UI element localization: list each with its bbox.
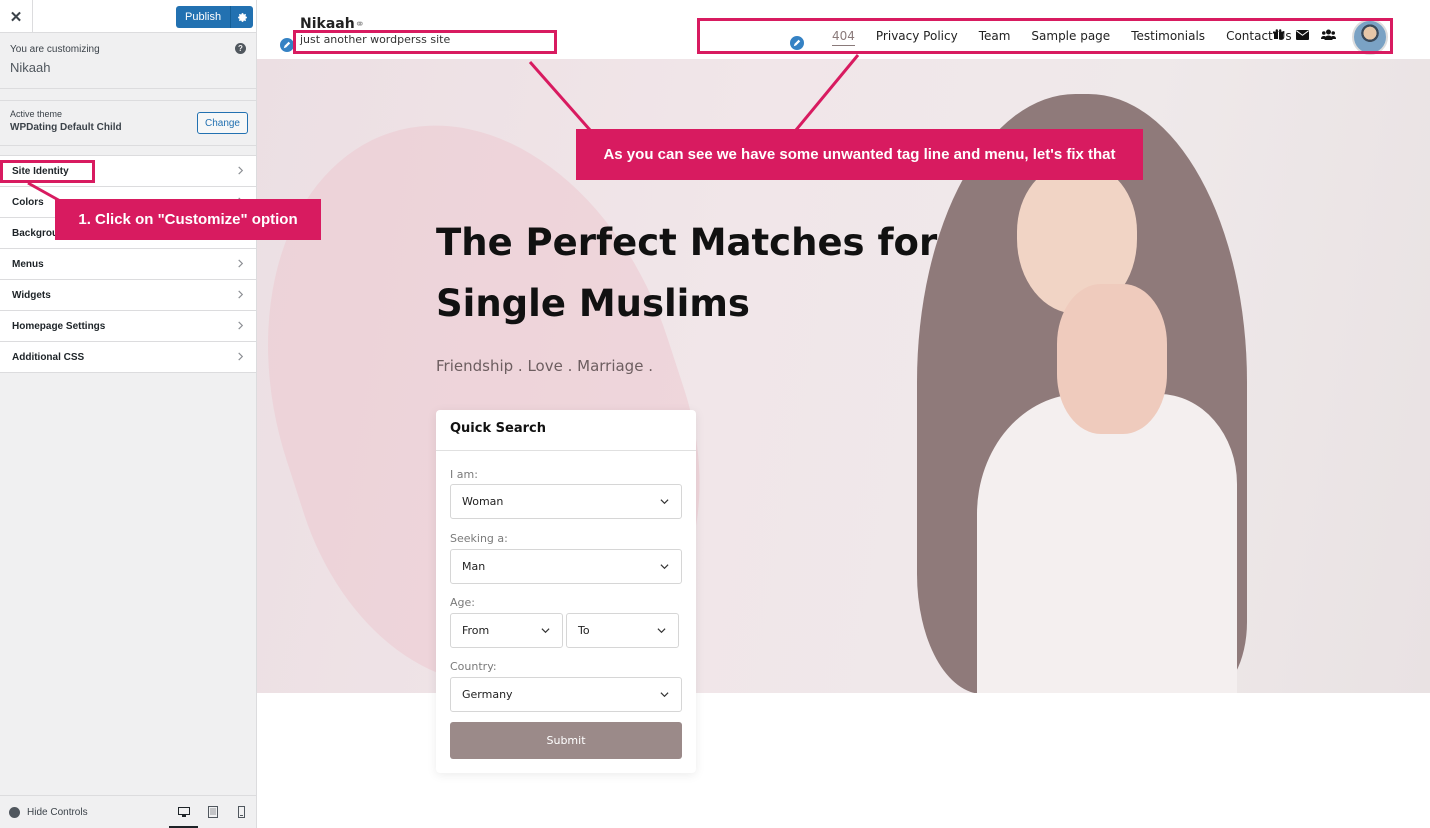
section-homepage-settings[interactable]: Homepage Settings [0, 311, 256, 342]
menu-callout: As you can see we have some unwanted tag… [576, 129, 1143, 180]
hero-title-line-2: Single Muslims [436, 282, 750, 325]
desktop-icon [177, 806, 190, 817]
customizer-sidebar: ✕ Publish You are customizing Nikaah ? A… [0, 0, 257, 828]
section-widgets[interactable]: Widgets [0, 280, 256, 311]
edit-shortcut-tagline[interactable] [279, 37, 295, 53]
mobile-icon [238, 806, 245, 818]
customizing-label: You are customizing [10, 44, 100, 55]
header-icons [1273, 29, 1336, 40]
section-label: Additional CSS [12, 351, 85, 363]
age-to-select[interactable]: To [566, 613, 679, 648]
country-label: Country: [450, 660, 497, 673]
chevron-down-icon [660, 499, 669, 505]
chevron-right-icon [238, 352, 244, 361]
age-label: Age: [450, 596, 475, 609]
pencil-icon [793, 39, 801, 47]
section-label: Site Identity [12, 165, 69, 177]
quick-search-form: Quick Search I am: Woman Seeking a: Man … [436, 410, 696, 773]
tablet-preview-button[interactable] [198, 796, 227, 828]
device-preview-toggles [169, 796, 256, 828]
envelope-icon[interactable] [1296, 29, 1309, 40]
country-value: Germany [462, 688, 513, 701]
seeking-select[interactable]: Man [450, 549, 682, 584]
i-am-value: Woman [462, 495, 504, 508]
hero-title: The Perfect Matches for Single Muslims [436, 212, 956, 334]
gift-icon[interactable] [1273, 29, 1284, 40]
chevron-down-icon [660, 564, 669, 570]
seeking-value: Man [462, 560, 486, 573]
menu-item-sample-page[interactable]: Sample page [1031, 29, 1110, 46]
mobile-preview-button[interactable] [227, 796, 256, 828]
chevron-right-icon [238, 166, 244, 175]
site-title[interactable]: Nikaah⚭ [300, 16, 365, 32]
publish-settings-button[interactable] [231, 6, 254, 28]
chevron-down-icon [660, 692, 669, 698]
i-am-label: I am: [450, 468, 478, 481]
hero-photo [917, 94, 1247, 693]
section-additional-css[interactable]: Additional CSS [0, 342, 256, 373]
tablet-icon [207, 806, 218, 818]
site-title-text: Nikaah [300, 16, 355, 32]
quick-search-title: Quick Search [436, 410, 696, 451]
section-menus[interactable]: Menus [0, 249, 256, 280]
primary-menu: 404 Privacy Policy Team Sample page Test… [832, 29, 1313, 46]
publish-button[interactable]: Publish [176, 6, 232, 28]
menu-item-privacy-policy[interactable]: Privacy Policy [876, 29, 958, 46]
hero-photo-hands [1057, 284, 1167, 434]
seeking-label: Seeking a: [450, 532, 508, 545]
chevron-right-icon [238, 259, 244, 268]
site-preview: Nikaah⚭ just another wordperss site 404 … [257, 0, 1430, 828]
age-from-select[interactable]: From [450, 613, 563, 648]
users-icon[interactable] [1321, 29, 1336, 40]
user-avatar[interactable] [1352, 19, 1388, 55]
desktop-preview-button[interactable] [169, 796, 198, 828]
collapse-icon [9, 806, 20, 818]
section-site-identity[interactable]: Site Identity [0, 156, 256, 187]
customizer-sections: Site Identity Colors Background Image Me… [0, 155, 256, 373]
chevron-down-icon [541, 628, 550, 634]
close-customizer-button[interactable]: ✕ [0, 0, 33, 33]
age-to-value: To [578, 624, 590, 637]
hero-subtitle: Friendship . Love . Marriage . [436, 357, 653, 375]
hero-photo-shirt [977, 394, 1237, 693]
submit-button[interactable]: Submit [450, 722, 682, 759]
hide-controls-label: Hide Controls [27, 806, 88, 818]
publish-button-group: Publish [176, 6, 254, 28]
hide-controls-button[interactable]: Hide Controls [0, 806, 169, 818]
chevron-right-icon [238, 321, 244, 330]
rings-icon: ⚭ [354, 17, 365, 31]
section-label: Homepage Settings [12, 320, 106, 332]
i-am-select[interactable]: Woman [450, 484, 682, 519]
menu-item-testimonials[interactable]: Testimonials [1131, 29, 1205, 46]
chevron-right-icon [238, 290, 244, 299]
menu-item-404[interactable]: 404 [832, 29, 855, 46]
customizing-info: You are customizing Nikaah ? [0, 33, 256, 89]
step-callout: 1. Click on "Customize" option [55, 199, 321, 240]
gear-icon [237, 12, 247, 22]
age-from-value: From [462, 624, 490, 637]
customizer-header: ✕ Publish [0, 0, 256, 33]
section-label: Widgets [12, 289, 51, 301]
country-select[interactable]: Germany [450, 677, 682, 712]
active-theme-panel: Active theme WPDating Default Child Chan… [0, 100, 256, 146]
customizing-site-name: Nikaah [10, 60, 51, 75]
section-label: Menus [12, 258, 44, 270]
chevron-down-icon [657, 628, 666, 634]
site-tagline: just another wordperss site [300, 33, 451, 46]
hero-title-line-1: The Perfect Matches for [436, 221, 938, 264]
site-header: Nikaah⚭ just another wordperss site 404 … [257, 0, 1430, 59]
change-theme-button[interactable]: Change [196, 112, 248, 134]
pencil-icon [283, 41, 291, 49]
section-label: Colors [12, 196, 44, 208]
edit-shortcut-menu[interactable] [789, 35, 805, 51]
help-icon[interactable]: ? [235, 43, 246, 54]
customizer-footer: Hide Controls [0, 795, 256, 828]
menu-item-team[interactable]: Team [979, 29, 1011, 46]
